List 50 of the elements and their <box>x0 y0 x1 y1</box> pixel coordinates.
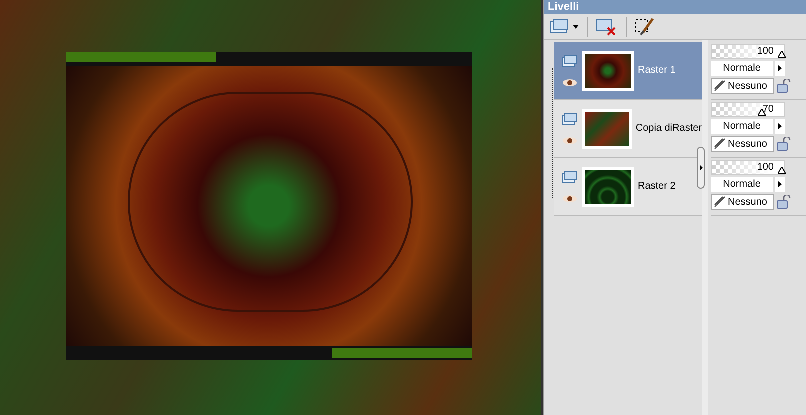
opacity-value: 70 <box>762 103 774 116</box>
layer-row[interactable]: Copia diRaster <box>554 100 702 158</box>
opacity-slider[interactable]: 100 <box>711 160 785 175</box>
slider-thumb[interactable] <box>778 167 786 174</box>
layer-thumbnail <box>582 108 632 148</box>
caret-icon <box>700 165 702 171</box>
mask-button[interactable]: Nessuno <box>711 136 774 152</box>
panel-expand-handle[interactable] <box>697 147 705 189</box>
eye-icon <box>562 194 578 202</box>
opacity-slider[interactable]: 70 <box>711 102 785 117</box>
opacity-value: 100 <box>757 161 774 174</box>
brush-icon <box>714 196 726 208</box>
caret-icon <box>778 65 782 72</box>
menu-arrow-button[interactable] <box>775 61 785 76</box>
lock-icon <box>777 195 791 209</box>
mask-button[interactable]: Nessuno <box>711 194 774 210</box>
caret-icon <box>573 24 579 28</box>
opacity-value: 100 <box>757 45 774 58</box>
selection-brush-icon <box>635 16 655 36</box>
layer-icon <box>550 18 570 34</box>
delete-layer-button[interactable] <box>596 18 618 36</box>
opacity-slider[interactable]: 100 <box>711 44 785 59</box>
layer-name: Raster 1 <box>638 64 676 78</box>
layer-icon <box>562 170 578 184</box>
panel-title: Livelli <box>548 0 580 14</box>
lock-icon <box>777 137 791 151</box>
layer-icon <box>562 112 578 126</box>
lock-icon <box>777 79 791 93</box>
blend-mode-dropdown[interactable]: Normale <box>711 61 773 76</box>
layer-thumbnail <box>582 50 634 90</box>
blend-mode-dropdown[interactable]: Normale <box>711 177 773 192</box>
edit-selection-button[interactable] <box>635 16 655 36</box>
layer-icon <box>562 54 578 68</box>
blend-mode-dropdown[interactable]: Normale <box>711 119 773 134</box>
layer-thumbnail <box>582 166 634 206</box>
slider-thumb[interactable] <box>778 51 786 58</box>
layer-delete-icon <box>596 18 618 36</box>
menu-arrow-button[interactable] <box>775 177 785 192</box>
caret-icon <box>778 123 782 130</box>
layer-row[interactable]: Raster 2 <box>554 158 702 216</box>
brush-icon <box>714 138 726 150</box>
new-layer-button[interactable] <box>550 18 579 34</box>
menu-arrow-button[interactable] <box>775 119 785 134</box>
eye-icon <box>562 136 578 144</box>
mask-button[interactable]: Nessuno <box>711 78 774 94</box>
eye-icon <box>562 78 578 86</box>
layer-name: Raster 2 <box>638 180 676 194</box>
brush-icon <box>714 80 726 92</box>
caret-icon <box>778 181 782 188</box>
layer-name: Copia diRaster <box>636 122 702 136</box>
